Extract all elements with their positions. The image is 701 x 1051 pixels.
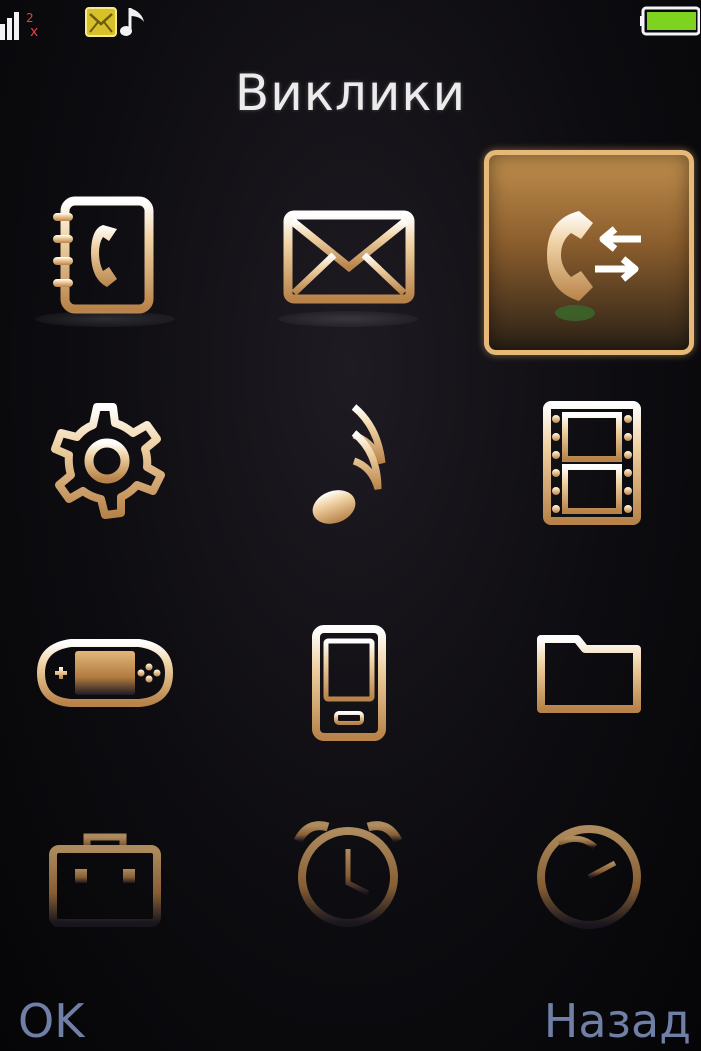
page-title: Виклики	[234, 64, 467, 122]
main-menu-grid	[0, 150, 701, 970]
games-console-icon	[36, 638, 174, 707]
signal-strength-icon: 2 x	[0, 11, 38, 40]
menu-item-messages[interactable]	[243, 150, 453, 355]
messages-icon	[283, 210, 415, 303]
menu-item-video[interactable]	[484, 360, 694, 565]
menu-item-phonebook[interactable]	[0, 150, 210, 355]
alarm-clock-icon	[293, 820, 403, 927]
status-bar: 2 x	[0, 0, 701, 48]
video-film-icon	[543, 400, 641, 525]
clock-icon	[537, 824, 641, 929]
toolbox-icon	[49, 833, 161, 927]
folder-icon	[537, 634, 641, 713]
menu-item-clock[interactable]	[484, 770, 694, 975]
svg-text:2: 2	[26, 11, 34, 25]
settings-gear-icon	[51, 402, 165, 519]
menu-item-alarm[interactable]	[243, 770, 453, 975]
menu-item-file-manager[interactable]	[484, 570, 694, 775]
menu-item-calls[interactable]	[484, 150, 694, 355]
svg-text:x: x	[30, 24, 38, 40]
menu-item-music[interactable]	[243, 360, 453, 565]
menu-item-settings[interactable]	[0, 360, 210, 565]
calls-icon	[547, 210, 641, 321]
battery-icon	[640, 6, 700, 36]
phone-device-icon	[312, 610, 386, 741]
back-softkey[interactable]: Назад	[544, 992, 691, 1050]
music-note-icon	[312, 403, 386, 524]
menu-item-phone[interactable]	[243, 570, 453, 775]
music-note-status-icon	[120, 8, 144, 36]
menu-item-organizer[interactable]	[0, 770, 210, 975]
message-status-icon	[85, 7, 117, 37]
phonebook-icon	[53, 196, 154, 313]
ok-softkey[interactable]: OK	[18, 992, 84, 1050]
menu-item-games[interactable]	[0, 570, 210, 775]
